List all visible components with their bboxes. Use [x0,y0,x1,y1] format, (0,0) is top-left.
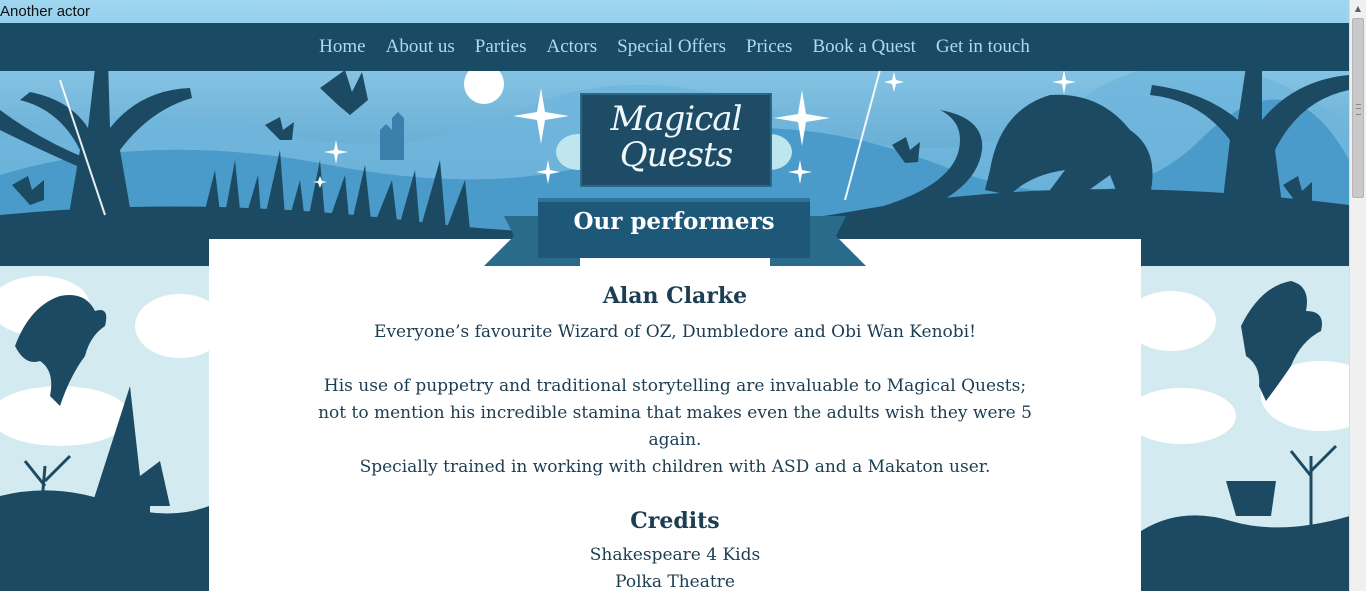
scrollbar-grip-icon [1356,104,1361,115]
nav-actors[interactable]: Actors [546,36,597,58]
page-title: Our performers [573,208,775,235]
page: Another actor Home About us Parties Acto… [0,0,1349,591]
nav-home[interactable]: Home [319,36,365,58]
nav-prices[interactable]: Prices [746,36,792,58]
magical-quests-logo[interactable]: Magical Quests [580,93,772,187]
vertical-scrollbar[interactable]: ▲ [1349,0,1366,591]
credit-item: Polka Theatre [615,572,735,591]
main-nav: Home About us Parties Actors Special Off… [0,23,1349,71]
logo-line-2: Quests [619,135,733,175]
credits-heading: Credits [630,508,720,534]
actor-tagline: Everyone’s favourite Wizard of OZ, Dumbl… [374,322,976,342]
page-caption: Another actor [0,3,91,20]
actor-name: Alan Clarke [602,283,748,309]
right-side-scenery [1141,266,1349,591]
actor-training: Specially trained in working with childr… [359,457,991,477]
nav-get-in-touch[interactable]: Get in touch [936,36,1030,58]
left-side-scenery [0,266,209,591]
scrollbar-thumb[interactable] [1352,18,1364,198]
nav-special-offers[interactable]: Special Offers [617,36,726,58]
logo-text: Magical Quests [582,101,770,173]
nav-about-us[interactable]: About us [386,36,455,58]
actor-bio: His use of puppetry and traditional stor… [318,376,1032,450]
logo-line-1: Magical [610,99,743,139]
nav-book-a-quest[interactable]: Book a Quest [812,36,915,58]
credit-item: Shakespeare 4 Kids [589,545,761,565]
performer-content: Alan Clarke Everyone’s favourite Wizard … [209,239,1141,591]
scroll-up-button[interactable]: ▲ [1350,0,1366,17]
nav-parties[interactable]: Parties [475,36,527,58]
